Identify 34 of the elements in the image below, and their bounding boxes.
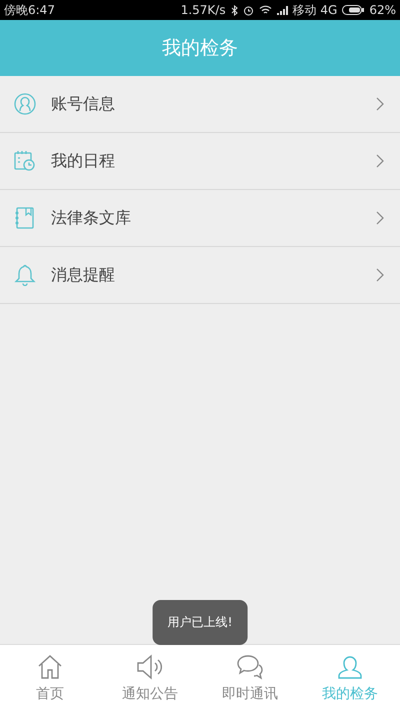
page-title: 我的检务: [162, 36, 238, 61]
nav-tab[interactable]: 首页: [0, 645, 100, 711]
chevron-right-icon: [376, 154, 384, 168]
home-icon: [37, 654, 63, 680]
user-icon: [14, 93, 36, 115]
battery-level: 62%: [369, 3, 396, 17]
chevron-right-icon: [376, 211, 384, 225]
chevron-right-icon: [376, 268, 384, 282]
bluetooth-icon: [230, 4, 238, 16]
nav-tab[interactable]: 即时通讯: [200, 645, 300, 711]
bell-icon: [14, 264, 36, 286]
notebook-icon: [14, 207, 36, 229]
status-time: 傍晚6:47: [4, 2, 55, 18]
calendar-clock-icon: [14, 150, 36, 172]
network-speed: 1.57K/s: [180, 3, 226, 17]
menu-label: 法律条文库: [51, 208, 132, 228]
menu-label: 我的日程: [51, 150, 116, 172]
menu-item[interactable]: 我的日程: [0, 133, 400, 190]
nav-tab[interactable]: 通知公告: [100, 645, 200, 711]
chat-icon: [236, 654, 264, 680]
carrier-label: 移动 4G: [292, 2, 338, 18]
menu-label: 消息提醒: [51, 264, 116, 286]
alarm-icon: [242, 4, 254, 16]
menu-item[interactable]: 账号信息: [0, 76, 400, 133]
menu-label: 账号信息: [51, 94, 116, 114]
speaker-icon: [136, 654, 164, 680]
toast-message: 用户已上线!: [152, 600, 248, 645]
battery-icon: [342, 5, 364, 15]
user-icon: [337, 654, 363, 680]
chevron-right-icon: [376, 97, 384, 111]
menu-item[interactable]: 法律条文库: [0, 190, 400, 247]
menu-item[interactable]: 消息提醒: [0, 247, 400, 304]
signal-icon: [276, 6, 288, 14]
wifi-icon: [258, 5, 272, 15]
